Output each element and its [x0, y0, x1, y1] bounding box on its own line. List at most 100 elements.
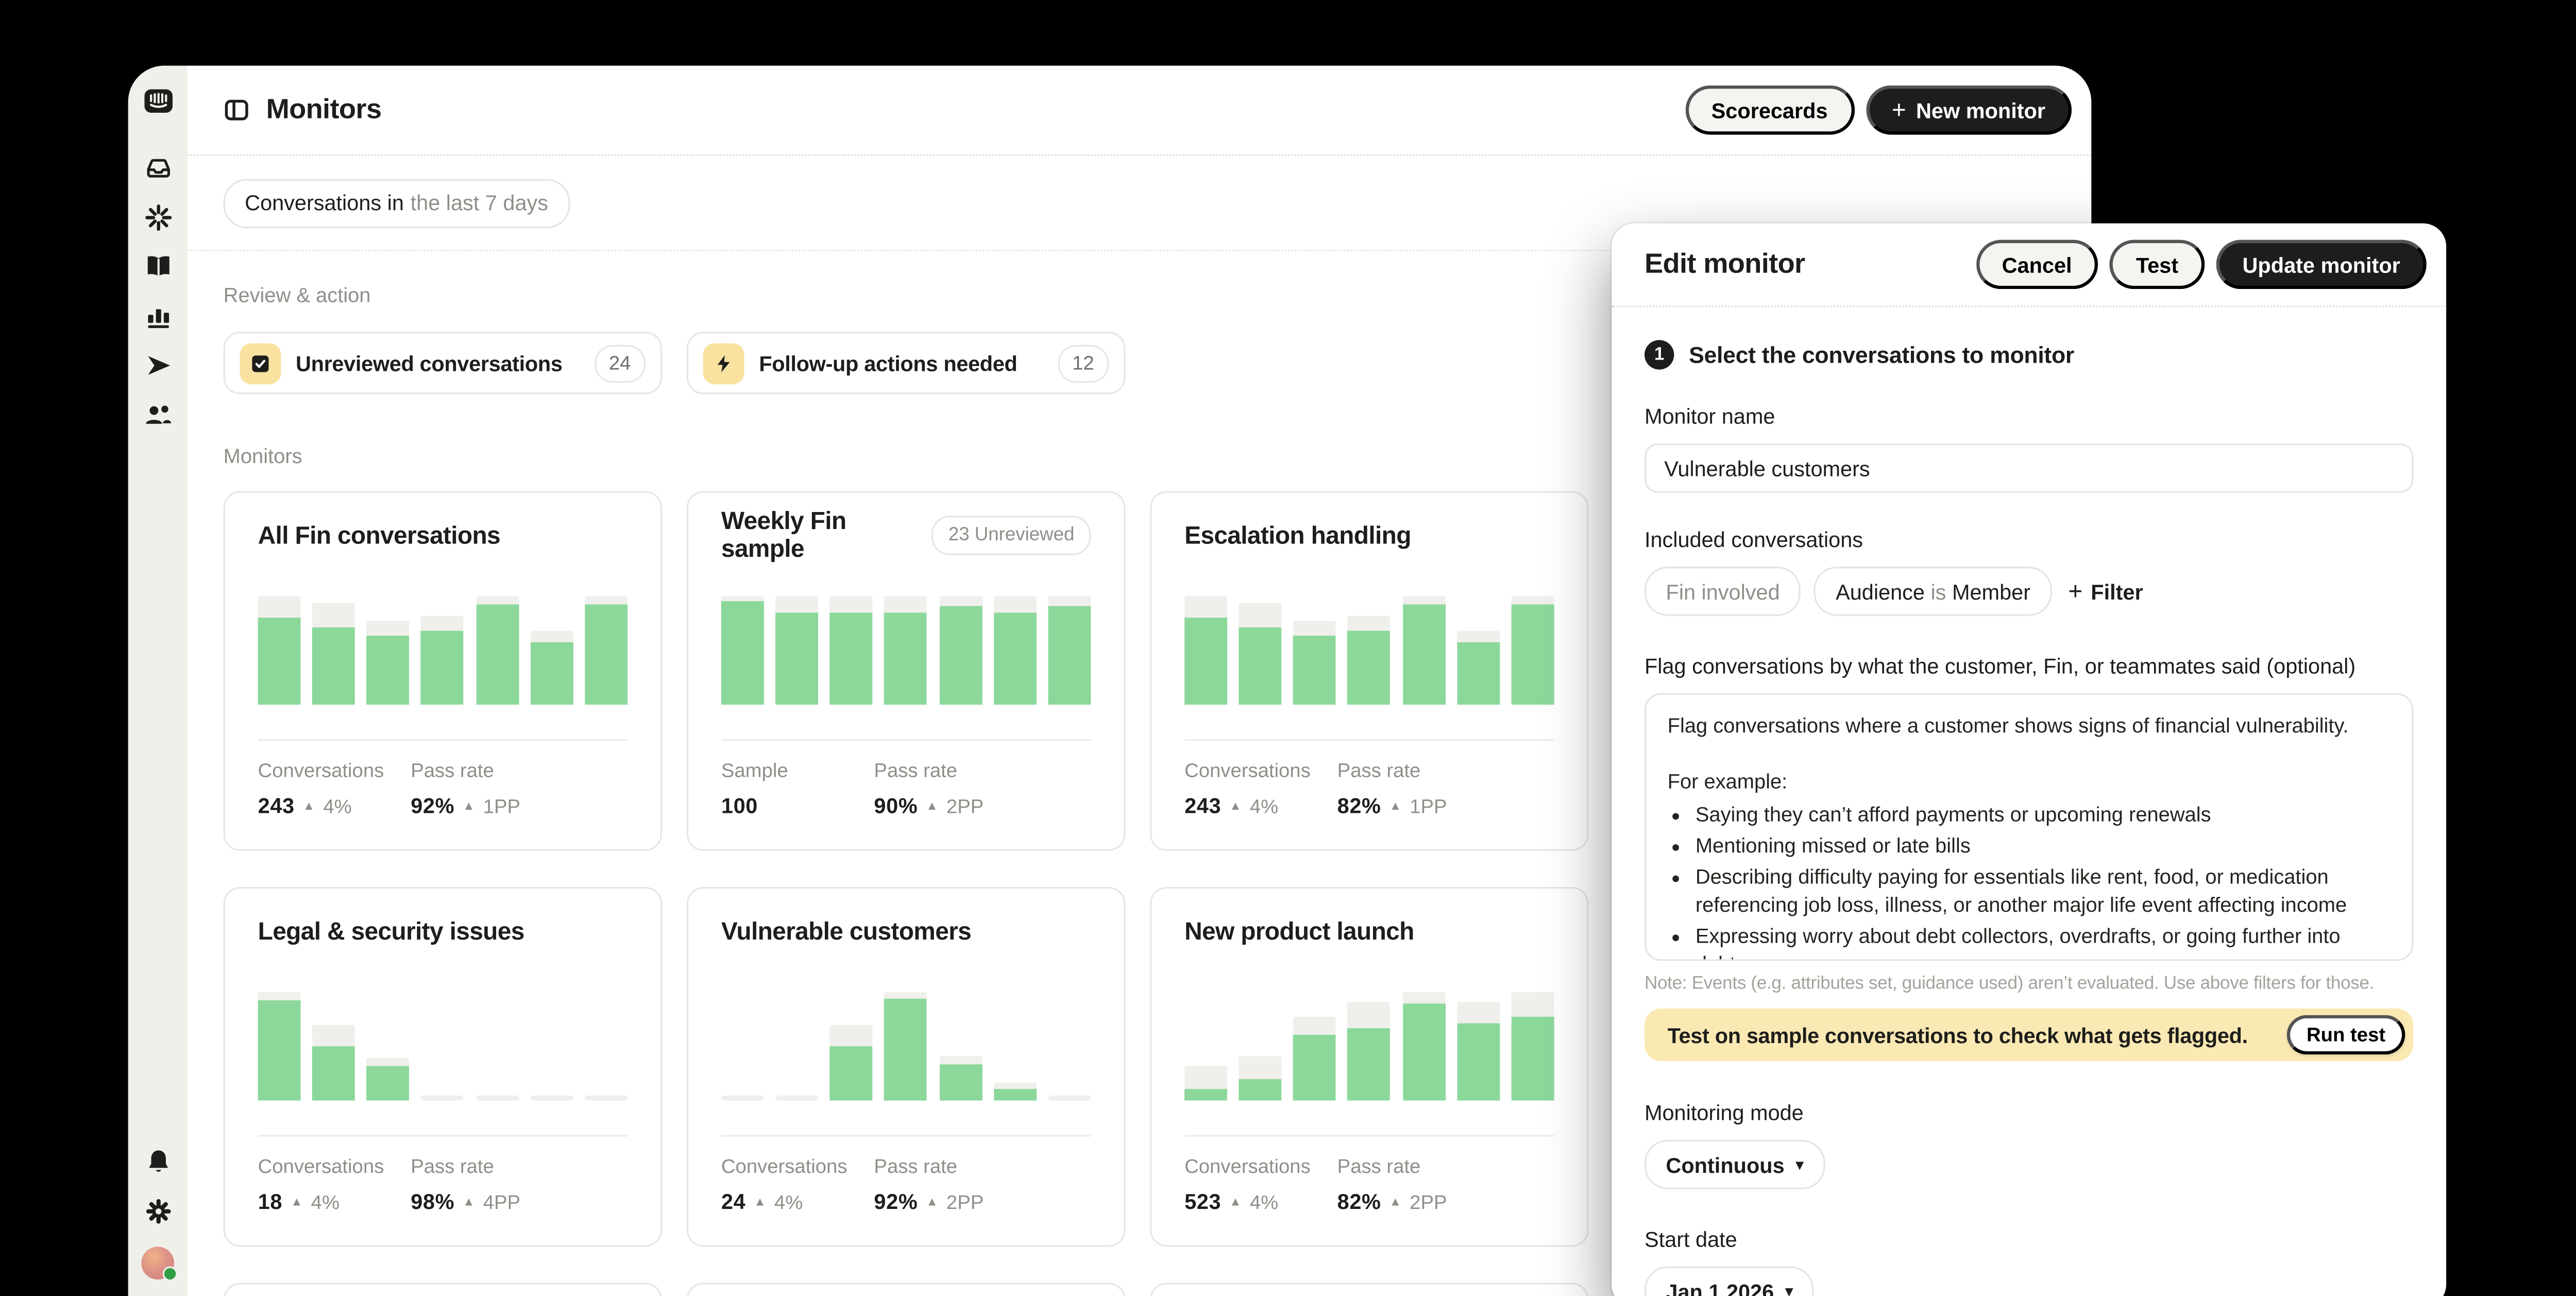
flag-description-textarea[interactable]: Flag conversations where a customer show… [1645, 693, 2413, 961]
metric-delta: 1PP [483, 794, 520, 817]
monitor-card-title: Weekly Fin sample [721, 507, 932, 563]
bar-passed-fill [939, 606, 982, 705]
bar [530, 1096, 573, 1101]
scorecards-button[interactable]: Scorecards [1685, 86, 1854, 135]
monitor-card-header: New product launch [1184, 913, 1554, 949]
metric: Pass rate82%▲2PP [1337, 1155, 1447, 1214]
edit-panel-body: 1 Select the conversations to monitor Mo… [1612, 307, 2446, 1296]
sidebar-item-outbound[interactable] [144, 351, 172, 379]
bar [1294, 1017, 1336, 1100]
sidebar-item-intercom-logo[interactable] [142, 86, 174, 117]
bar [721, 1096, 764, 1101]
sidebar-item-inbox[interactable] [144, 155, 172, 182]
filter-chip-value: the last 7 days [411, 191, 548, 215]
chip-text: Member [1952, 579, 2030, 604]
sidebar-item-knowledge[interactable] [144, 253, 172, 281]
review-action-card[interactable]: Unreviewed conversations24 [224, 332, 662, 394]
monitor-card[interactable]: All Fin conversationsConversations243▲4%… [224, 491, 662, 850]
cancel-button[interactable]: Cancel [1976, 240, 2098, 289]
inbox-icon [144, 155, 172, 182]
flag-optional-label: (optional) [2266, 654, 2355, 678]
start-date-select[interactable]: Jan 1 2026 ▾ [1645, 1267, 1814, 1296]
bar-passed-fill [421, 631, 464, 705]
sidebar-item-settings[interactable] [144, 1198, 172, 1225]
delta-up-icon: ▲ [1389, 1194, 1402, 1209]
bar-passed-fill [530, 642, 573, 705]
monitoring-mode-select[interactable]: Continuous ▾ [1645, 1140, 1825, 1189]
monitor-card[interactable]: Escalation handlingConversations243▲4%Pa… [1150, 491, 1588, 850]
review-action-card[interactable]: Follow-up actions needed12 [687, 332, 1125, 394]
bar [1402, 596, 1445, 705]
edit-monitor-panel: Edit monitor Cancel Test Update monitor … [1612, 224, 2446, 1296]
unreviewed-badge: 23 Unreviewed [932, 516, 1091, 555]
flag-bullet: Saying they can’t afford payments or upc… [1696, 802, 2391, 829]
monitor-card-stats: Conversations18▲4%Pass rate98%▲4PP [258, 1135, 628, 1214]
bar-chart [258, 992, 628, 1100]
metric-label: Conversations [258, 759, 411, 782]
bar [585, 1096, 628, 1101]
flag-label: Flag conversations by what the customer,… [1645, 654, 2261, 678]
bar [421, 1096, 464, 1101]
intercom-logo-icon [142, 86, 174, 117]
update-monitor-button[interactable]: Update monitor [2216, 240, 2426, 289]
bar-passed-fill [1048, 606, 1091, 705]
test-button[interactable]: Test [2110, 240, 2205, 289]
run-test-button[interactable]: Run test [2287, 1015, 2405, 1055]
monitor-card-partial[interactable] [1150, 1283, 1588, 1296]
bar-chart [258, 596, 628, 705]
page-title-group: Monitors [224, 75, 382, 145]
bar [367, 1057, 410, 1100]
filter-chip[interactable]: Fin involved [1645, 567, 1801, 616]
sidebar-item-fin-ai[interactable] [144, 203, 172, 231]
monitor-card[interactable]: Legal & security issuesConversations18▲4… [224, 887, 662, 1247]
bar-passed-fill [312, 1046, 355, 1100]
delta-up-icon: ▲ [1229, 1194, 1242, 1209]
user-avatar[interactable] [141, 1247, 174, 1280]
sidebar-item-reports[interactable] [144, 302, 172, 330]
bar [1239, 603, 1282, 705]
monitor-card-partial[interactable] [687, 1283, 1125, 1296]
sidebar-item-contacts[interactable] [144, 401, 172, 429]
bar-chart [721, 992, 1091, 1100]
monitor-card[interactable]: New product launchConversations523▲4%Pas… [1150, 887, 1588, 1247]
metric-label: Conversations [721, 1155, 874, 1178]
metric-delta: 2PP [946, 1190, 984, 1213]
monitor-card[interactable]: Vulnerable customersConversations24▲4%Pa… [687, 887, 1125, 1247]
bar [1184, 1066, 1227, 1100]
monitor-card-header: Vulnerable customers [721, 913, 1091, 949]
metric: Conversations24▲4% [721, 1155, 874, 1214]
chip-text: is [1925, 579, 1952, 604]
start-date-value: Jan 1 2026 [1666, 1278, 1774, 1295]
monitor-name-input[interactable] [1645, 444, 2413, 493]
monitor-card-header: All Fin conversations [258, 517, 628, 553]
filter-chip-prefix: Conversations in [245, 191, 404, 215]
monitor-card-header: Weekly Fin sample23 Unreviewed [721, 517, 1091, 553]
monitor-card[interactable]: Weekly Fin sample23 UnreviewedSample100P… [687, 491, 1125, 850]
metric-delta: 4% [323, 794, 351, 817]
bar [994, 1083, 1037, 1101]
new-monitor-button[interactable]: + New monitor [1866, 86, 2072, 135]
plus-icon: + [2068, 577, 2082, 605]
bar-passed-fill [1402, 1004, 1445, 1100]
metric-value: 243▲4% [258, 793, 411, 818]
add-filter-button[interactable]: + Filter [2068, 577, 2143, 605]
sidebar-item-notifications[interactable] [144, 1148, 172, 1176]
date-range-filter-chip[interactable]: Conversations in the last 7 days [224, 178, 570, 228]
monitor-name-label: Monitor name [1645, 404, 2413, 429]
metric-label: Sample [721, 759, 874, 782]
bar-passed-fill [721, 602, 764, 705]
bar-passed-fill [939, 1065, 982, 1100]
filter-chip[interactable]: Audience is Member [1815, 567, 2052, 616]
monitor-card-partial[interactable] [224, 1283, 662, 1296]
delta-up-icon: ▲ [463, 798, 475, 813]
review-card-label: Follow-up actions needed [759, 351, 1043, 376]
metric-value: 82%▲1PP [1337, 793, 1447, 818]
bar-passed-fill [1294, 1034, 1336, 1100]
delta-up-icon: ▲ [303, 798, 315, 813]
metric-label: Pass rate [1337, 1155, 1447, 1178]
edit-panel-title: Edit monitor [1645, 248, 1805, 281]
metric: Pass rate 82%▲1PP [1337, 759, 1447, 818]
metric-label: Pass rate [1337, 759, 1447, 782]
bar-passed-fill [1402, 605, 1445, 705]
test-banner: Test on sample conversations to check wh… [1645, 1009, 2413, 1061]
